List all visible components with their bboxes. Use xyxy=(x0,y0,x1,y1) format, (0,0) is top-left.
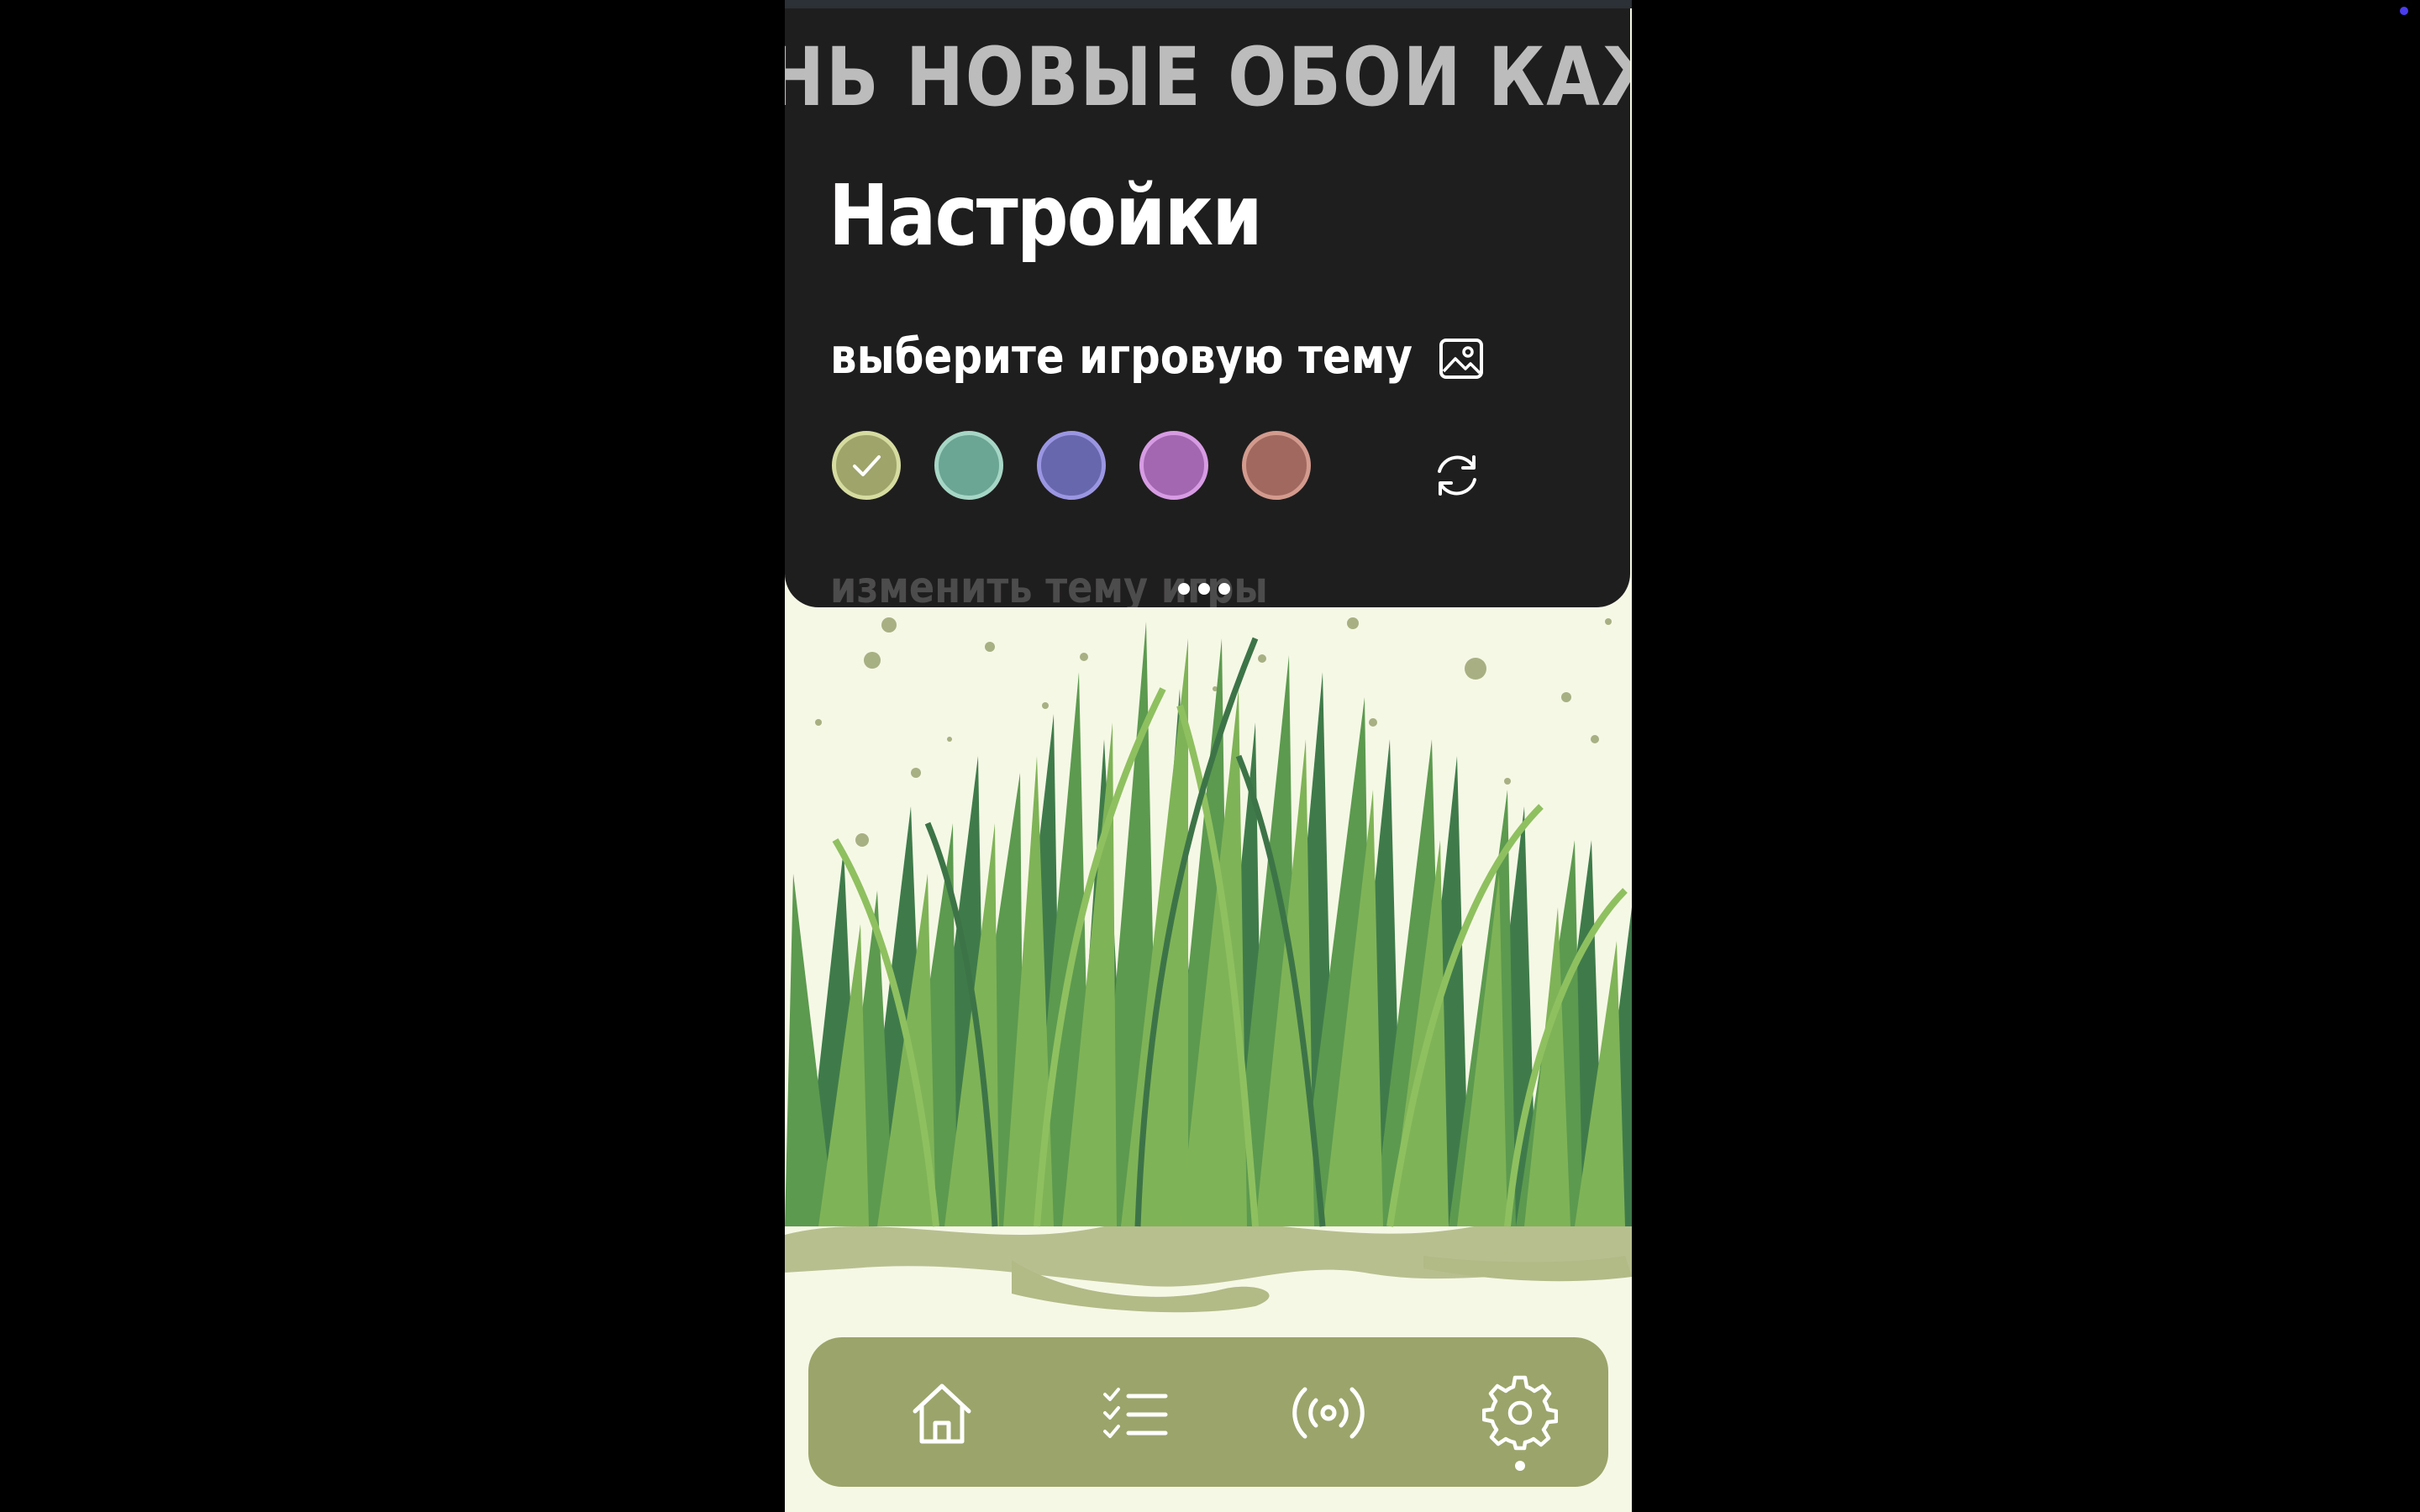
loading-dot xyxy=(1178,583,1190,595)
nav-home-button[interactable] xyxy=(900,1371,984,1455)
nav-broadcast-button[interactable] xyxy=(1286,1371,1370,1455)
status-bar-strip xyxy=(785,0,1632,8)
theme-section-label: выберите игровую тему xyxy=(830,328,1413,385)
gear-icon xyxy=(1482,1375,1558,1451)
nav-settings-button[interactable] xyxy=(1478,1371,1562,1455)
refresh-theme-button[interactable] xyxy=(1427,445,1487,506)
phone-screen: НЬ НОВЫЕ ОБОИ КАЖДЫЙ Настройки выберите … xyxy=(785,0,1632,1512)
nav-tasks-button[interactable] xyxy=(1093,1371,1177,1455)
theme-swatch-teal[interactable] xyxy=(934,431,1003,500)
theme-swatch-indigo[interactable] xyxy=(1037,431,1106,500)
image-icon xyxy=(1439,339,1483,379)
home-icon xyxy=(913,1383,971,1444)
active-tab-indicator xyxy=(1515,1461,1525,1471)
theme-swatch-olive[interactable] xyxy=(832,431,901,500)
checklist-icon xyxy=(1103,1388,1168,1438)
settings-panel: НЬ НОВЫЕ ОБОИ КАЖДЫЙ Настройки выберите … xyxy=(785,8,1630,607)
theme-swatch-rose[interactable] xyxy=(1242,431,1311,500)
wallpaper-button[interactable] xyxy=(1434,331,1489,386)
theme-swatch-list xyxy=(832,431,1311,500)
loading-indicator xyxy=(1178,583,1230,595)
page-title: Настройки xyxy=(829,166,1263,265)
refresh-icon xyxy=(1438,455,1476,496)
wallpaper-marquee-text: НЬ НОВЫЕ ОБОИ КАЖДЫЙ xyxy=(785,30,1630,124)
loading-dot xyxy=(1218,583,1230,595)
bottom-nav-bar xyxy=(808,1337,1608,1487)
broadcast-icon xyxy=(1292,1387,1365,1439)
check-icon xyxy=(853,455,881,476)
loading-dot xyxy=(1198,583,1210,595)
status-indicator-dot xyxy=(2400,7,2408,15)
theme-swatch-purple[interactable] xyxy=(1139,431,1208,500)
